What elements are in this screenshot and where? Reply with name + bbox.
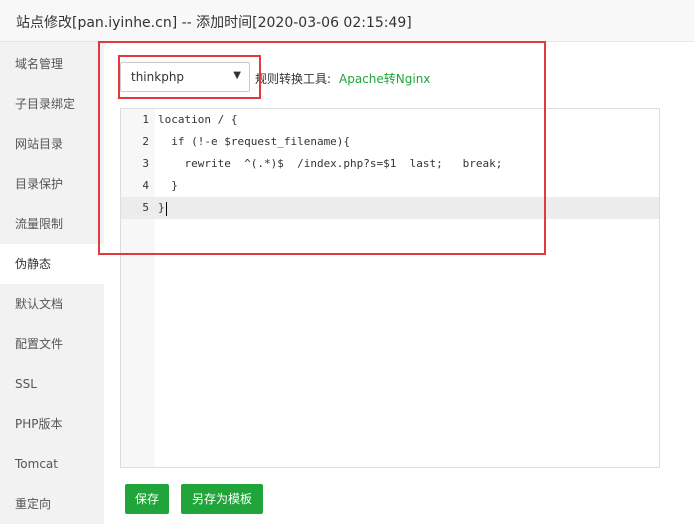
line-number: 4 [142,179,149,192]
rule-converter-label: 规则转换工具: [255,72,332,86]
sidebar-item-domain-management[interactable]: 域名管理 [0,44,104,84]
sidebar: 域名管理 子目录绑定 网站目录 目录保护 流量限制 伪静态 默认文档 配置文件 … [0,42,104,524]
editor-active-line [121,197,659,219]
line-number: 1 [142,113,149,126]
sidebar-item-site-directory[interactable]: 网站目录 [0,124,104,164]
sidebar-item-subdirectory-binding[interactable]: 子目录绑定 [0,84,104,124]
dialog-titlebar: 站点修改[pan.iyinhe.cn] -- 添加时间[2020-03-06 0… [0,0,694,42]
text-cursor [166,202,167,216]
code-line: if (!-e $request_filename){ [158,135,351,148]
dropdown-arrow-icon: ▼ [233,70,241,81]
rewrite-code-editor[interactable]: 1 2 3 4 5 location / { if (!-e $request_… [120,108,660,468]
sidebar-item-tomcat[interactable]: Tomcat [0,444,104,484]
save-button[interactable]: 保存 [125,484,169,514]
sidebar-item-rewrite[interactable]: 伪静态 [0,244,104,284]
sidebar-item-php-version[interactable]: PHP版本 [0,404,104,444]
code-line: } [158,179,178,192]
sidebar-item-default-document[interactable]: 默认文档 [0,284,104,324]
line-number: 5 [142,201,149,214]
sidebar-item-traffic-limit[interactable]: 流量限制 [0,204,104,244]
dialog-title: 站点修改[pan.iyinhe.cn] -- 添加时间[2020-03-06 0… [16,15,412,31]
sidebar-item-directory-protection[interactable]: 目录保护 [0,164,104,204]
code-line: location / { [158,113,238,126]
sidebar-item-redirect[interactable]: 重定向 [0,484,104,524]
save-as-template-button[interactable]: 另存为模板 [181,484,263,514]
line-number: 2 [142,135,149,148]
rewrite-template-select[interactable]: thinkphp ▼ [120,62,250,92]
rewrite-template-value: thinkphp [131,70,185,84]
sidebar-item-ssl[interactable]: SSL [0,364,104,404]
code-line: rewrite ^(.*)$ /index.php?s=$1 last; bre… [158,157,503,170]
code-line: } [158,201,165,214]
line-number: 3 [142,157,149,170]
apache-to-nginx-link[interactable]: Apache转Nginx [339,70,430,87]
sidebar-item-config-file[interactable]: 配置文件 [0,324,104,364]
